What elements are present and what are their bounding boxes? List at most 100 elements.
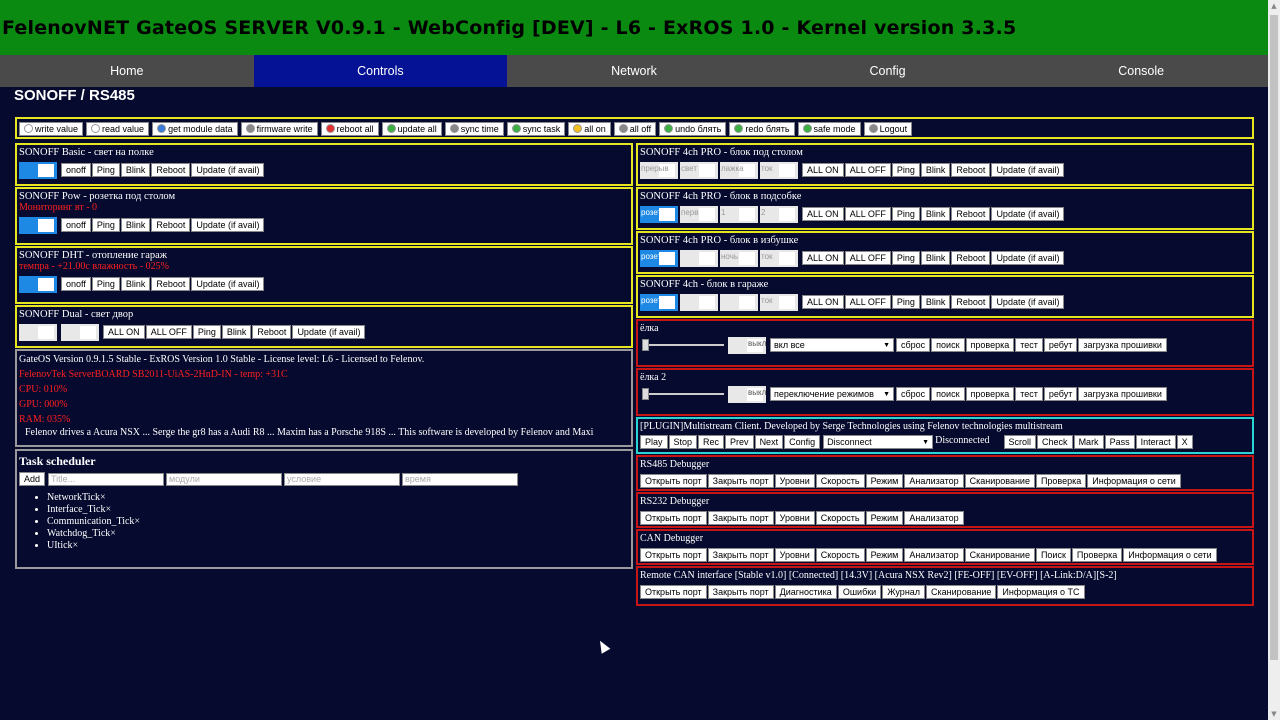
all-off-button[interactable]: ALL OFF [844, 163, 891, 178]
channel-1-toggle[interactable]: розет [640, 293, 678, 311]
blink-button[interactable]: Blink [221, 325, 252, 340]
channel-1-toggle[interactable]: розет [640, 205, 678, 223]
channel-4-toggle[interactable]: 2 [760, 205, 798, 223]
stop-button[interactable]: Stop [668, 435, 698, 450]
тест-button[interactable]: тест [1015, 387, 1043, 402]
add-task-button[interactable]: Add [19, 472, 46, 486]
onoff-button[interactable]: onoff [61, 163, 91, 178]
channel-3-toggle[interactable]: ночь [720, 249, 758, 267]
диагностика-button[interactable]: Диагностика [774, 585, 837, 600]
режим-button[interactable]: Режим [865, 474, 904, 489]
channel-2-toggle[interactable] [680, 249, 718, 267]
blink-button[interactable]: Blink [920, 251, 951, 266]
config-button[interactable]: Config [784, 435, 821, 450]
скорость-button[interactable]: Скорость [815, 474, 865, 489]
закрыть-порт-button[interactable]: Закрыть порт [707, 548, 774, 563]
stream-select[interactable]: Disconnect ▼ [823, 435, 934, 449]
task-time-input[interactable]: время [402, 472, 519, 486]
сброс-button[interactable]: сброс [896, 338, 931, 353]
информация-о-сети-button[interactable]: Информация о сети [1123, 548, 1217, 563]
check-button[interactable]: Check [1037, 435, 1073, 450]
reboot-button[interactable]: Reboot [252, 325, 292, 340]
scroll-down-icon[interactable]: ▼ [1268, 708, 1280, 720]
channel-4-toggle[interactable]: ток [760, 161, 798, 179]
reboot-button[interactable]: Reboot [951, 295, 991, 310]
all-off-button[interactable]: ALL OFF [145, 325, 192, 340]
reboot-button[interactable]: Reboot [151, 218, 191, 233]
ребут-button[interactable]: ребут [1043, 387, 1078, 402]
brightness-slider[interactable] [640, 337, 726, 353]
pass-button[interactable]: Pass [1104, 435, 1135, 450]
анализатор-button[interactable]: Анализатор [904, 511, 964, 526]
rec-button[interactable]: Rec [698, 435, 725, 450]
task-item[interactable]: Communication_Tick× [47, 516, 629, 527]
blink-button[interactable]: Blink [120, 163, 151, 178]
power-toggle[interactable] [19, 216, 57, 234]
поиск-button[interactable]: Поиск [1035, 548, 1071, 563]
channel-2-toggle[interactable] [61, 323, 99, 341]
elka-toggle[interactable]: выкл [728, 336, 766, 354]
read-value-button[interactable]: read value [86, 122, 150, 136]
ping-button[interactable]: Ping [891, 207, 920, 222]
update-if-avail-button[interactable]: Update (if avail) [991, 207, 1065, 222]
blink-button[interactable]: Blink [920, 295, 951, 310]
undo-блять-button[interactable]: undo блять [659, 122, 727, 136]
blink-button[interactable]: Blink [920, 163, 951, 178]
page-scrollbar[interactable]: ▲ ▼ [1268, 0, 1280, 720]
channel-2-toggle[interactable] [680, 293, 718, 311]
task-item[interactable]: Interface_Tick× [47, 504, 629, 515]
mode-select[interactable]: вкл все ▼ [770, 338, 894, 352]
reboot-button[interactable]: Reboot [951, 251, 991, 266]
ping-button[interactable]: Ping [891, 251, 920, 266]
channel-3-toggle[interactable] [720, 293, 758, 311]
анализатор-button[interactable]: Анализатор [904, 548, 964, 563]
channel-2-toggle[interactable]: свет [680, 161, 718, 179]
nav-home[interactable]: Home [0, 55, 254, 87]
play-button[interactable]: Play [640, 435, 668, 450]
проверка-button[interactable]: Проверка [1071, 548, 1123, 563]
открыть-порт-button[interactable]: Открыть порт [640, 585, 707, 600]
update-all-button[interactable]: update all [381, 122, 442, 136]
write-value-button[interactable]: write value [19, 122, 84, 136]
channel-1-toggle[interactable]: розет [640, 249, 678, 267]
режим-button[interactable]: Режим [865, 548, 904, 563]
nav-network[interactable]: Network [507, 55, 761, 87]
sync-time-button[interactable]: sync time [444, 122, 504, 136]
reboot-button[interactable]: Reboot [951, 163, 991, 178]
закрыть-порт-button[interactable]: Закрыть порт [707, 511, 774, 526]
информация-о-сети-button[interactable]: Информация о сети [1087, 474, 1181, 489]
task-item[interactable]: Watchdog_Tick× [47, 528, 629, 539]
ребут-button[interactable]: ребут [1043, 338, 1078, 353]
scroll-button[interactable]: Scroll [1003, 435, 1037, 450]
task-title-input[interactable]: Title... [48, 472, 165, 486]
nav-config[interactable]: Config [761, 55, 1015, 87]
blink-button[interactable]: Blink [120, 218, 151, 233]
проверка-button[interactable]: Проверка [1035, 474, 1087, 489]
logout-button[interactable]: Logout [863, 122, 913, 136]
mode-select[interactable]: переключение режимов ▼ [770, 387, 894, 401]
update-if-avail-button[interactable]: Update (if avail) [292, 325, 366, 340]
blink-button[interactable]: Blink [120, 277, 151, 292]
all-on-button[interactable]: all on [568, 122, 611, 136]
nav-console[interactable]: Console [1014, 55, 1268, 87]
redo-блять-button[interactable]: redo блять [729, 122, 795, 136]
ошибки-button[interactable]: Ошибки [837, 585, 882, 600]
сброс-button[interactable]: сброс [896, 387, 931, 402]
уровни-button[interactable]: Уровни [774, 511, 815, 526]
reboot-button[interactable]: Reboot [151, 163, 191, 178]
открыть-порт-button[interactable]: Открыть порт [640, 474, 707, 489]
сканирование-button[interactable]: Сканирование [964, 548, 1035, 563]
ping-button[interactable]: Ping [891, 295, 920, 310]
закрыть-порт-button[interactable]: Закрыть порт [707, 585, 774, 600]
анализатор-button[interactable]: Анализатор [904, 474, 964, 489]
safe-mode-button[interactable]: safe mode [797, 122, 861, 136]
all-on-button[interactable]: ALL ON [802, 295, 844, 310]
all-off-button[interactable]: all off [613, 122, 657, 136]
onoff-button[interactable]: onoff [61, 218, 91, 233]
открыть-порт-button[interactable]: Открыть порт [640, 548, 707, 563]
prev-button[interactable]: Prev [725, 435, 754, 450]
channel-4-toggle[interactable]: ток [760, 293, 798, 311]
журнал-button[interactable]: Журнал [882, 585, 926, 600]
update-if-avail-button[interactable]: Update (if avail) [991, 163, 1065, 178]
уровни-button[interactable]: Уровни [774, 474, 815, 489]
